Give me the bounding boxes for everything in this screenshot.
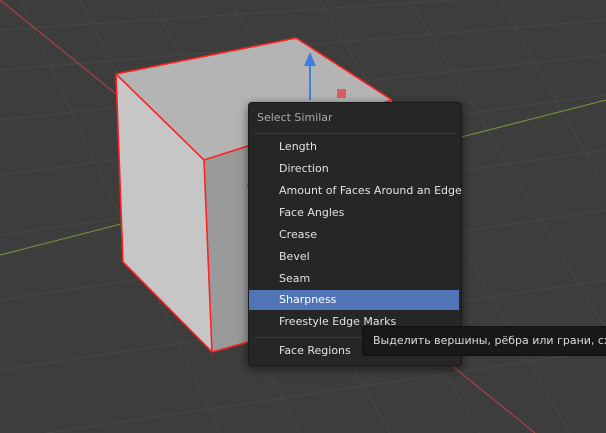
tooltip: Выделить вершины, рёбра или грани, схож [362, 326, 606, 356]
menu-item-label: Face Angles [279, 206, 345, 219]
menu-item-bevel[interactable]: Bevel [249, 247, 459, 267]
menu-item-label: Direction [279, 162, 329, 175]
menu-title: Select Similar [257, 111, 333, 124]
menu-item-amount-of-faces[interactable]: Amount of Faces Around an Edge [249, 181, 462, 201]
tooltip-text: Выделить вершины, рёбра или грани, схож [373, 334, 606, 347]
menu-item-label: Crease [279, 228, 317, 241]
menu-separator [255, 133, 455, 134]
gizmo-plane-handle[interactable] [337, 89, 346, 98]
menu-item-label: Bevel [279, 250, 310, 263]
menu-item-sharpness[interactable]: Sharpness [249, 290, 459, 310]
menu-item-crease[interactable]: Crease [249, 225, 459, 245]
menu-item-label: Length [279, 140, 317, 153]
menu-item-face-angles[interactable]: Face Angles [249, 203, 459, 223]
menu-item-seam[interactable]: Seam [249, 269, 459, 289]
menu-item-label: Seam [279, 272, 311, 285]
menu-item-label: Face Regions [279, 344, 351, 357]
menu-item-label: Amount of Faces Around an Edge [279, 184, 462, 197]
menu-item-length[interactable]: Length [249, 137, 459, 157]
menu-item-label: Sharpness [279, 293, 337, 306]
menu-item-direction[interactable]: Direction [249, 159, 459, 179]
